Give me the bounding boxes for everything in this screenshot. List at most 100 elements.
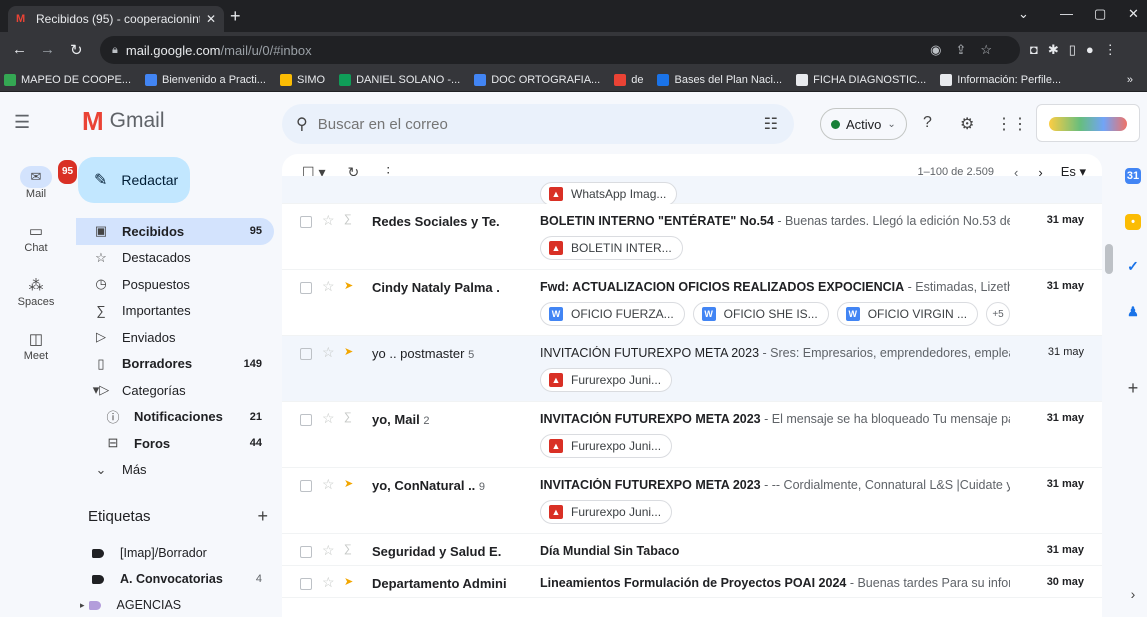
attachment-chip[interactable]: ▲ Fururexpo Juni... (540, 368, 673, 392)
email-row[interactable]: ▲ WhatsApp Imag... (282, 176, 1102, 206)
gmail-logo[interactable]: M Gmail (82, 108, 165, 134)
bookmark-item[interactable]: Información: Perfile... (940, 73, 1061, 86)
nav-item-send[interactable]: ▷ Enviados (76, 324, 274, 351)
settings-gear-icon[interactable]: ⚙ (960, 114, 974, 134)
tasks-icon[interactable]: ✓ (1125, 258, 1141, 274)
rail-spaces[interactable]: ⁂ Spaces (0, 276, 72, 308)
reload-icon[interactable]: ↻ (70, 41, 83, 59)
importance-marker-icon[interactable]: ∑ (344, 543, 352, 555)
scrollbar-thumb[interactable] (1105, 244, 1113, 274)
add-addon-icon[interactable]: + (1125, 379, 1141, 397)
bookmark-item[interactable]: de (614, 73, 643, 86)
info-icon: ⓘ (106, 410, 120, 426)
email-row[interactable]: ☆ ∑ Redes Sociales y Te. BOLETIN INTERNO "E… (282, 204, 1102, 270)
attachment-chip[interactable]: ▲ Fururexpo Juni... (540, 434, 673, 458)
row-checkbox[interactable] (300, 546, 312, 558)
row-checkbox[interactable] (300, 282, 312, 294)
row-checkbox[interactable] (300, 578, 312, 590)
restore-icon[interactable]: ▢ (1094, 6, 1106, 22)
bookmark-item[interactable]: SIMO (279, 73, 325, 86)
email-row[interactable]: ☆ ➤ yo, ConNatural .. 9 INVITACIÓN FUTUREXP… (282, 468, 1102, 534)
star-icon[interactable]: ☆ (322, 476, 335, 493)
email-subject-line: INVITACIÓN FUTUREXPO META 2023 - El mens… (540, 412, 1010, 426)
back-icon[interactable]: ← (12, 41, 27, 58)
close-window-icon[interactable]: ✕ (1128, 6, 1139, 22)
label-item[interactable]: ▸ AGENCIAS (76, 592, 274, 617)
bookmark-item[interactable]: MAPEO DE COOPE... (4, 73, 131, 86)
add-label-icon[interactable]: + (257, 507, 268, 525)
attachment-chip[interactable]: W OFICIO SHE IS... (692, 302, 829, 326)
search-input[interactable] (317, 115, 738, 133)
bookmark-item[interactable]: Bienvenido a Practi... (145, 73, 266, 86)
bookmarks-more-button[interactable]: » (1127, 74, 1133, 86)
apps-grid-icon[interactable]: ⋮⋮ (996, 114, 1028, 134)
extensions-icons[interactable]: ◘✱▯●⋮ (1030, 42, 1127, 58)
attachment-chip[interactable]: W OFICIO FUERZA... (540, 302, 685, 326)
attachment-chip[interactable]: W OFICIO VIRGIN ... (836, 302, 979, 326)
star-icon[interactable]: ☆ (322, 278, 335, 295)
rail-chat[interactable]: ▭ Chat (0, 222, 72, 254)
email-row[interactable]: ☆ ∑ yo, Mail 2 INVITACIÓN FUTUREXPO META 20… (282, 402, 1102, 468)
nav-item-inbox[interactable]: ▣ Recibidos 95 (76, 218, 274, 245)
bookmark-item[interactable]: DOC ORTOGRAFIA... (474, 73, 600, 86)
new-tab-button[interactable]: + (230, 7, 241, 25)
row-checkbox[interactable] (300, 348, 312, 360)
rail-mail[interactable]: ✉ 95 Mail (0, 160, 78, 200)
address-bar[interactable]: 🔒︎ mail.google.com/mail/u/0/#inbox ◉⇪☆ (100, 36, 1020, 64)
more-attachments-badge[interactable]: +5 (986, 302, 1011, 326)
importance-marker-icon[interactable]: ➤ (344, 279, 353, 292)
label-item[interactable]: [Imap]/Borrador (76, 540, 274, 566)
row-checkbox[interactable] (300, 216, 312, 228)
minimize-icon[interactable]: — (1060, 6, 1073, 21)
importance-marker-icon[interactable]: ∑ (344, 411, 352, 423)
browser-tab[interactable]: M Recibidos (95) - cooperacioninte ✕ (8, 6, 224, 32)
contacts-icon[interactable]: ♟ (1125, 304, 1141, 320)
nav-item-draft[interactable]: ▯ Borradores 149 (76, 351, 274, 378)
nav-item-category[interactable]: ▾▷ Categorías (76, 377, 274, 404)
compose-button[interactable]: ✎ Redactar (78, 157, 190, 203)
row-checkbox[interactable] (300, 480, 312, 492)
nav-item-important[interactable]: ∑ Importantes (76, 298, 274, 325)
email-row[interactable]: ☆ ➤ yo .. postmaster 5 INVITACIÓN FUTUREXPO… (282, 336, 1102, 402)
importance-marker-icon[interactable]: ➤ (344, 575, 353, 588)
star-icon[interactable]: ☆ (322, 542, 335, 559)
star-icon[interactable]: ☆ (322, 574, 335, 591)
star-icon[interactable]: ☆ (322, 344, 335, 361)
nav-item-clock[interactable]: ◷ Pospuestos (76, 271, 274, 298)
importance-marker-icon[interactable]: ➤ (344, 345, 353, 358)
email-row[interactable]: ☆ ➤ Cindy Nataly Palma . Fwd: ACTUALIZACION… (282, 270, 1102, 336)
email-row[interactable]: ☆ ∑ Seguridad y Salud E. Día Mundial Sin Ta… (282, 534, 1102, 566)
close-tab-icon[interactable]: ✕ (206, 12, 216, 26)
forward-icon[interactable]: → (40, 41, 55, 58)
row-checkbox[interactable] (300, 414, 312, 426)
attachment-chip[interactable]: ▲ Fururexpo Juni... (540, 500, 673, 524)
bookmark-item[interactable]: Bases del Plan Naci... (657, 73, 782, 86)
star-icon[interactable]: ☆ (322, 410, 335, 427)
search-icon[interactable]: ⚲ (296, 114, 308, 134)
keep-icon[interactable]: • (1125, 214, 1141, 230)
importance-marker-icon[interactable]: ➤ (344, 477, 353, 490)
calendar-icon[interactable]: 31 (1125, 168, 1141, 184)
status-button[interactable]: Activo ⌄ (820, 108, 907, 140)
omnibox-actions[interactable]: ◉⇪☆ (930, 42, 1006, 58)
main-menu-icon[interactable]: ☰ (14, 112, 30, 133)
importance-marker-icon[interactable]: ∑ (344, 213, 352, 225)
nav-item-info[interactable]: ⓘ Notificaciones 21 (76, 404, 274, 431)
nav-item-chevron-down[interactable]: ⌄ Más (76, 457, 274, 484)
expand-arrow-icon[interactable]: ▸ (80, 600, 85, 611)
attachment-chip[interactable]: ▲ BOLETIN INTER... (540, 236, 683, 260)
search-options-icon[interactable]: ☷ (764, 114, 778, 134)
label-item[interactable]: A. Convocatorias 4 (76, 566, 274, 592)
rail-meet[interactable]: ◫ Meet (0, 330, 72, 362)
account-logo[interactable] (1036, 104, 1140, 142)
bookmark-item[interactable]: FICHA DIAGNOSTIC... (796, 73, 926, 86)
bookmark-item[interactable]: DANIEL SOLANO -... (339, 73, 460, 86)
nav-item-forum[interactable]: ⊟ Foros 44 (76, 430, 274, 457)
tab-search-icon[interactable]: ⌄ (1018, 6, 1029, 22)
nav-item-star[interactable]: ☆ Destacados (76, 245, 274, 272)
attachment-chip[interactable]: ▲ WhatsApp Imag... (540, 182, 678, 206)
star-icon[interactable]: ☆ (322, 212, 335, 229)
email-row[interactable]: ☆ ➤ Departamento Admini Lineamientos Formul… (282, 566, 1102, 598)
help-icon[interactable]: ? (923, 114, 932, 132)
expand-panel-icon[interactable]: › (1125, 586, 1141, 602)
